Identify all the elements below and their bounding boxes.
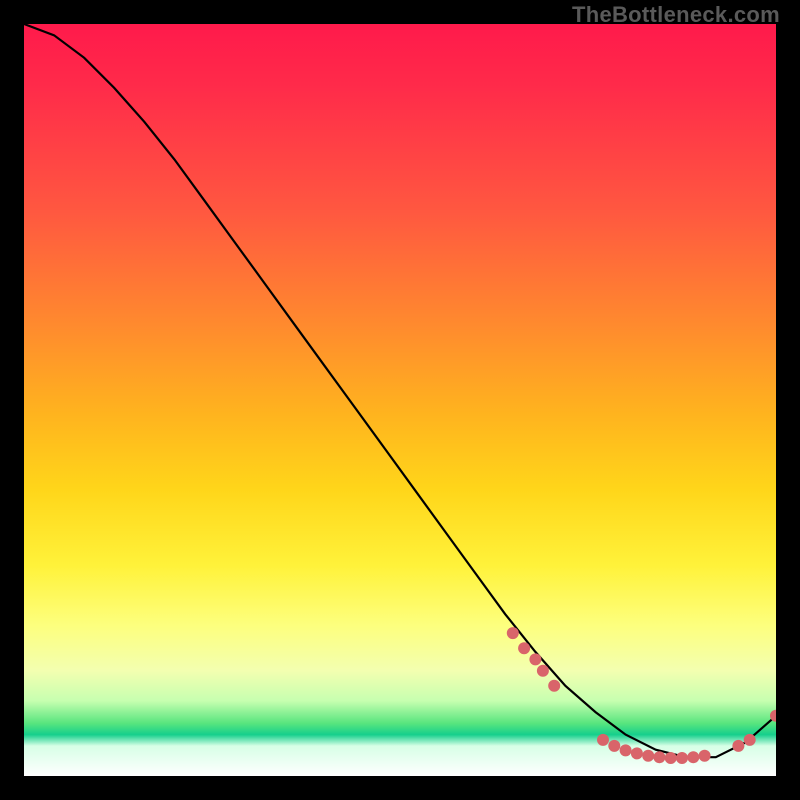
data-marker bbox=[597, 734, 609, 746]
data-marker bbox=[537, 665, 549, 677]
data-marker bbox=[631, 747, 643, 759]
chart-container: TheBottleneck.com bbox=[0, 0, 800, 800]
data-marker bbox=[687, 751, 699, 763]
curve-layer bbox=[24, 24, 776, 776]
data-marker bbox=[744, 734, 756, 746]
data-marker bbox=[608, 740, 620, 752]
data-marker bbox=[507, 627, 519, 639]
data-marker bbox=[653, 751, 665, 763]
data-marker bbox=[676, 752, 688, 764]
data-marker bbox=[529, 653, 541, 665]
plot-area bbox=[24, 24, 776, 776]
bottleneck-curve bbox=[24, 24, 776, 757]
data-marker bbox=[548, 680, 560, 692]
data-marker bbox=[518, 642, 530, 654]
data-marker bbox=[642, 750, 654, 762]
brand-watermark: TheBottleneck.com bbox=[572, 2, 780, 28]
data-marker bbox=[620, 744, 632, 756]
data-marker bbox=[732, 740, 744, 752]
data-marker bbox=[665, 752, 677, 764]
data-marker bbox=[699, 750, 711, 762]
